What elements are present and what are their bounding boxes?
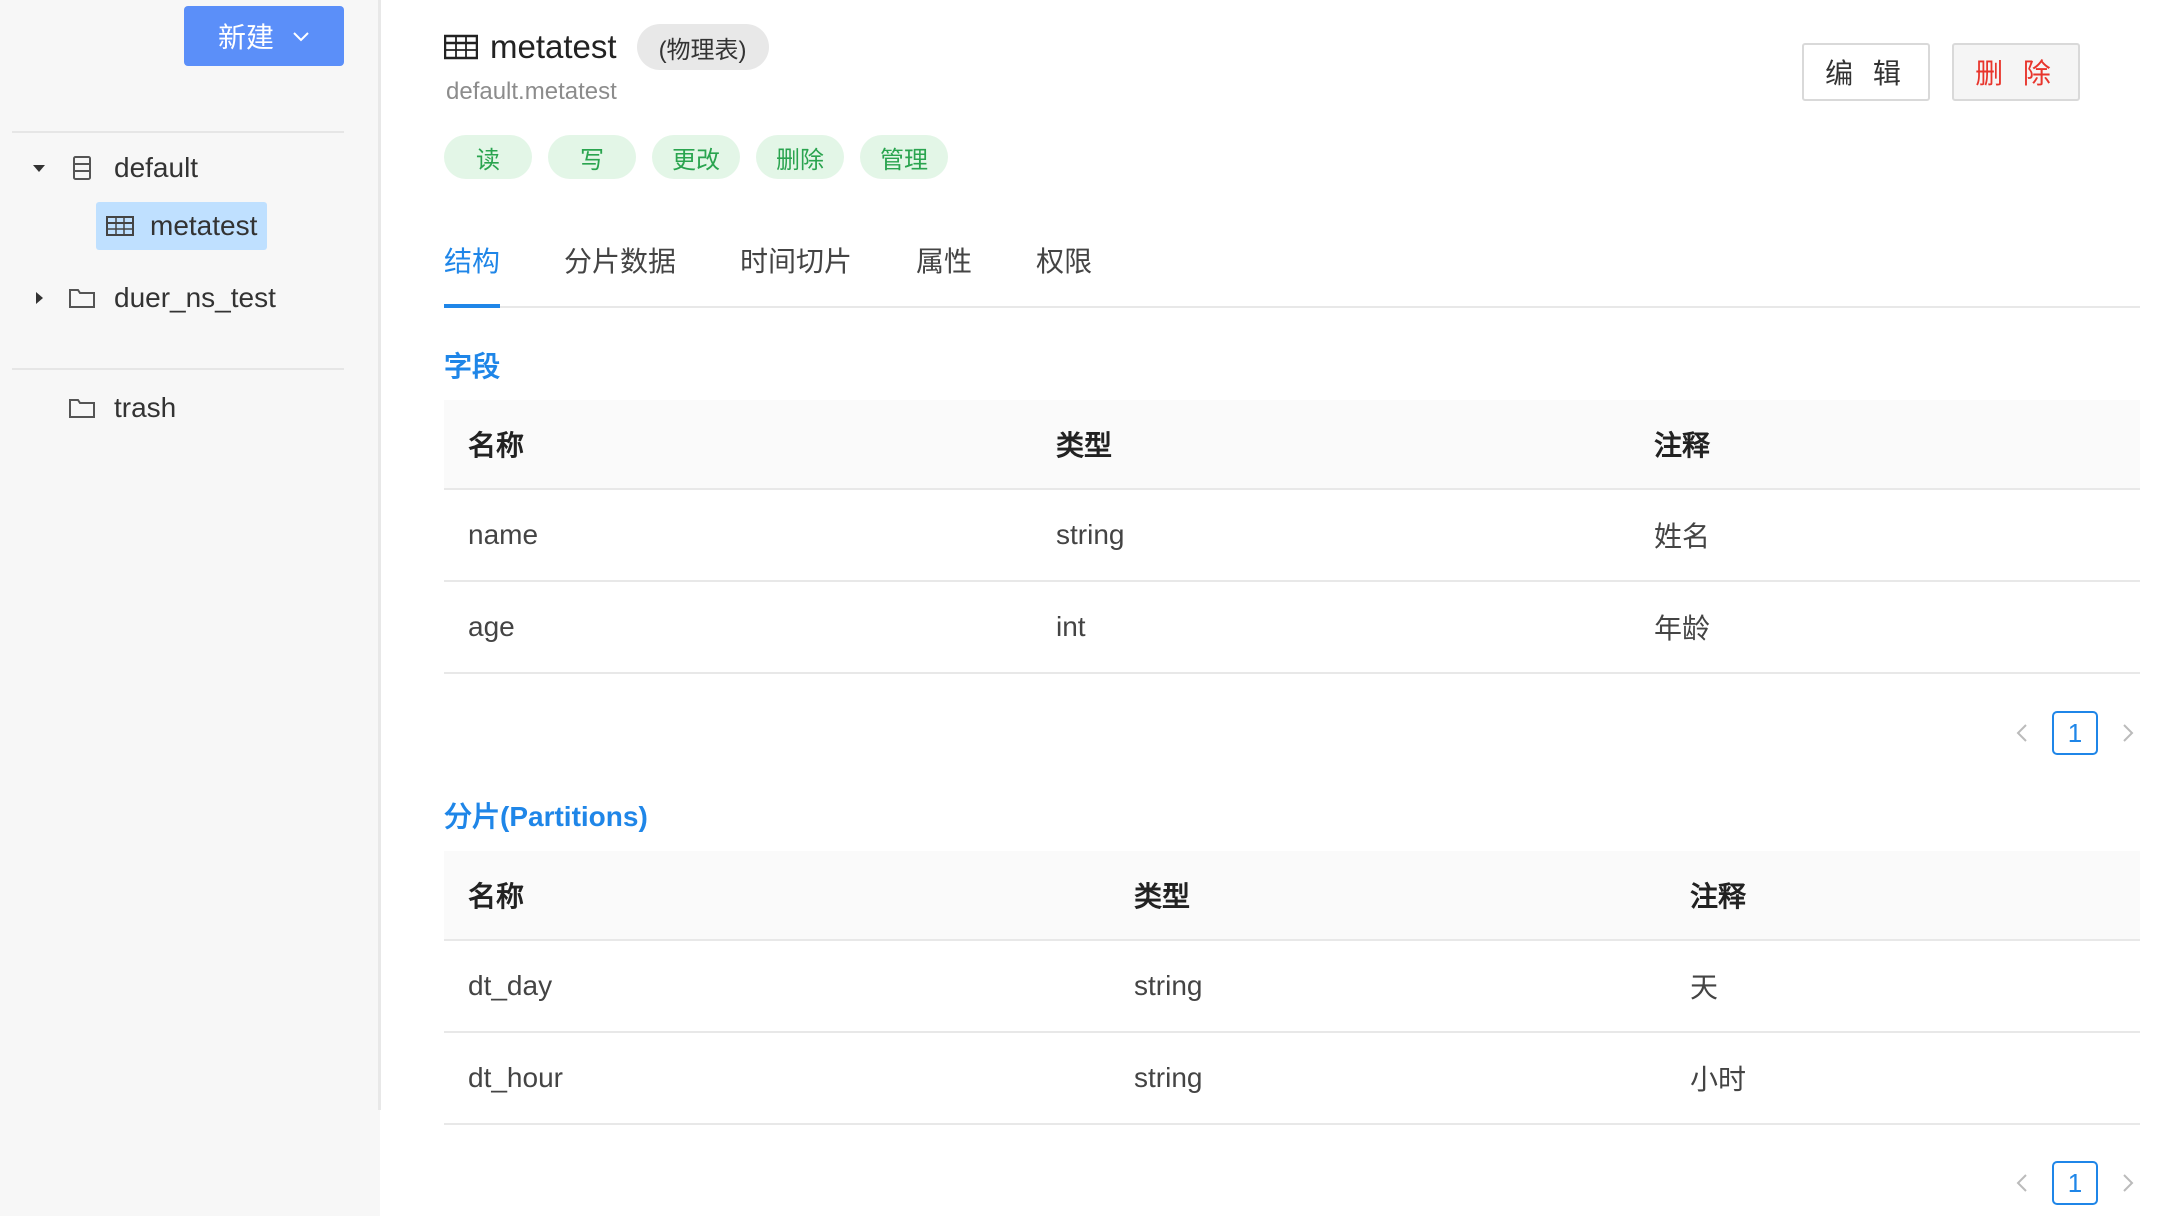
cell-type: int xyxy=(1056,611,1086,642)
chevron-right-icon[interactable] xyxy=(2114,720,2140,746)
fields-pagination: 1 xyxy=(2010,711,2140,755)
table-row: name string 姓名 xyxy=(444,490,2140,582)
cell-type: string xyxy=(1134,1062,1203,1093)
chevron-right-icon[interactable] xyxy=(2114,1170,2140,1196)
tree-node-metatest[interactable]: metatest xyxy=(96,202,268,250)
sidebar: 新建 default metatest duer_ns_test trash xyxy=(0,0,380,1216)
permission-tags: 读 写 更改 删除 管理 xyxy=(444,135,948,179)
cell-name: age xyxy=(468,611,515,642)
permission-tag-delete: 删除 xyxy=(756,135,844,179)
tree-node-label: default xyxy=(114,152,199,183)
column-header-comment: 注释 xyxy=(1654,430,1711,461)
tree-node-trash[interactable]: trash xyxy=(68,392,176,424)
tree-node-label: trash xyxy=(114,392,177,423)
tab-partition-data[interactable]: 分片数据 xyxy=(564,240,676,306)
tab-properties[interactable]: 属性 xyxy=(916,240,972,306)
caret-down-icon[interactable] xyxy=(28,157,50,179)
chevron-left-icon[interactable] xyxy=(2010,720,2036,746)
column-header-type: 类型 xyxy=(1056,430,1113,461)
folder-icon xyxy=(69,399,95,418)
partitions-table: 名称 类型 注释 dt_day string 天 dt_hour string … xyxy=(444,851,2140,1125)
cell-type: string xyxy=(1056,519,1125,550)
table-icon xyxy=(106,216,134,236)
table-row: age int 年龄 xyxy=(444,582,2140,674)
cell-comment: 天 xyxy=(1690,972,1719,1003)
permission-tag-read: 读 xyxy=(444,135,532,179)
delete-button[interactable]: 删 除 xyxy=(1952,43,2080,101)
partitions-pagination: 1 xyxy=(2010,1161,2140,1205)
table-row: dt_hour string 小时 xyxy=(444,1033,2140,1125)
fields-table: 名称 类型 注释 name string 姓名 age int 年龄 xyxy=(444,400,2140,674)
permission-tag-alter: 更改 xyxy=(652,135,740,179)
sidebar-divider xyxy=(12,368,344,370)
tree-node-duer-ns-test[interactable]: duer_ns_test xyxy=(28,282,276,314)
table-full-name: default.metatest xyxy=(446,78,617,105)
tab-time-slices[interactable]: 时间切片 xyxy=(740,240,852,306)
detail-tabs: 结构 分片数据 时间切片 属性 权限 xyxy=(444,240,2140,308)
table-icon xyxy=(444,34,478,60)
tab-permissions[interactable]: 权限 xyxy=(1036,240,1092,306)
cell-comment: 姓名 xyxy=(1654,521,1711,552)
permission-tag-write: 写 xyxy=(548,135,636,179)
cell-type: string xyxy=(1134,970,1203,1001)
fields-section-title: 字段 xyxy=(444,351,501,382)
tree-node-label: metatest xyxy=(150,210,258,241)
cell-comment: 小时 xyxy=(1690,1064,1747,1095)
tree-node-label: duer_ns_test xyxy=(114,282,276,313)
partitions-section-title: 分片(Partitions) xyxy=(444,801,648,832)
page-title: metatest xyxy=(490,28,617,65)
table-row: dt_day string 天 xyxy=(444,941,2140,1033)
chevron-down-icon xyxy=(293,32,309,42)
sidebar-splitter[interactable] xyxy=(378,0,381,1110)
new-button-label: 新建 xyxy=(217,22,274,53)
table-header: 名称 类型 注释 xyxy=(444,400,2140,490)
folder-icon xyxy=(69,289,95,308)
table-type-badge: (物理表) xyxy=(636,24,769,70)
tab-structure[interactable]: 结构 xyxy=(444,240,501,308)
column-header-type: 类型 xyxy=(1134,881,1191,912)
page-number-button[interactable]: 1 xyxy=(2052,711,2098,755)
cell-name: name xyxy=(468,519,539,550)
caret-right-icon[interactable] xyxy=(28,287,50,309)
edit-button[interactable]: 编 辑 xyxy=(1802,43,1930,101)
table-header: 名称 类型 注释 xyxy=(444,851,2140,941)
column-header-name: 名称 xyxy=(468,881,525,912)
sidebar-divider xyxy=(12,131,344,133)
column-header-comment: 注释 xyxy=(1690,881,1747,912)
chevron-left-icon[interactable] xyxy=(2010,1170,2036,1196)
permission-tag-manage: 管理 xyxy=(860,135,948,179)
cell-name: dt_hour xyxy=(468,1062,563,1093)
column-header-name: 名称 xyxy=(468,430,525,461)
database-icon xyxy=(73,156,91,180)
new-button[interactable]: 新建 xyxy=(184,6,344,66)
table-title-row: metatest (物理表) xyxy=(444,24,769,70)
tree-node-default[interactable]: default xyxy=(28,152,198,184)
page-number-button[interactable]: 1 xyxy=(2052,1161,2098,1205)
cell-name: dt_day xyxy=(468,970,553,1001)
cell-comment: 年龄 xyxy=(1654,613,1711,644)
